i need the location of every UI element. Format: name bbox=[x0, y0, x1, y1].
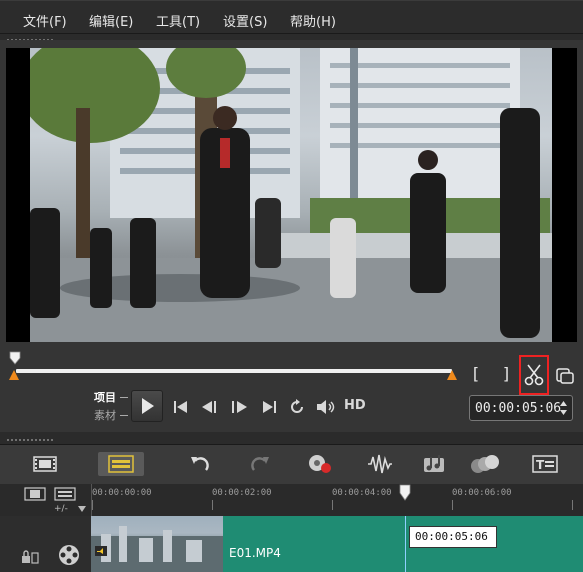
trim-in-marker[interactable] bbox=[9, 370, 19, 380]
chevron-down-icon[interactable] bbox=[78, 506, 86, 512]
mark-out-button[interactable]: ] bbox=[493, 360, 519, 386]
preview-panel: [ ] 项目 素材 HD 00:00:05:06 bbox=[0, 40, 583, 432]
volume-icon[interactable] bbox=[315, 399, 337, 415]
clip-mode-label[interactable]: 素材 bbox=[94, 407, 116, 423]
project-mode-label[interactable]: 项目 bbox=[94, 389, 116, 405]
timeline-clip[interactable]: E01.MP4 bbox=[91, 516, 583, 572]
menu-file[interactable]: 文件(F) bbox=[23, 11, 67, 30]
music-icon bbox=[424, 455, 444, 472]
repeat-icon[interactable] bbox=[288, 398, 306, 416]
split-clip-button[interactable] bbox=[519, 355, 549, 395]
timeline-ruler[interactable]: +/- 00:00:00:00 00:00:02:00 00:00:04:00 … bbox=[0, 484, 583, 516]
timeline-view-button[interactable] bbox=[98, 452, 144, 476]
tooltip-time: 00:00:05:06 bbox=[415, 530, 488, 543]
add-video-track-icon[interactable] bbox=[24, 487, 46, 501]
filmstrip-icon bbox=[33, 456, 57, 472]
menu-edit[interactable]: 编辑(E) bbox=[89, 11, 133, 30]
undo-button[interactable] bbox=[185, 452, 215, 476]
video-frame-image bbox=[30, 48, 552, 342]
ruler-label: 00:00:02:00 bbox=[212, 488, 272, 498]
track-manager-icon[interactable] bbox=[54, 487, 76, 501]
timeline-view-icon bbox=[108, 455, 134, 473]
ruler-label: 00:00:04:00 bbox=[332, 488, 392, 498]
hd-toggle[interactable]: HD bbox=[344, 398, 366, 414]
auto-music-button[interactable] bbox=[420, 452, 450, 476]
storyboard-view-button[interactable] bbox=[30, 452, 60, 476]
motion-tracking-button[interactable] bbox=[470, 452, 500, 476]
menu-tools[interactable]: 工具(T) bbox=[156, 11, 200, 30]
menu-settings[interactable]: 设置(S) bbox=[223, 11, 267, 30]
mark-out-icon: ] bbox=[502, 363, 510, 383]
undo-icon bbox=[191, 457, 209, 471]
timecode-display[interactable]: 00:00:05:06 bbox=[469, 395, 573, 421]
audio-wave-icon bbox=[368, 454, 392, 474]
track-lock-icon[interactable] bbox=[20, 550, 40, 564]
play-icon bbox=[142, 398, 154, 414]
redo-icon bbox=[251, 457, 269, 471]
timeline-toolbar: T bbox=[0, 444, 583, 484]
mode-divider bbox=[120, 415, 128, 416]
mode-divider bbox=[120, 397, 128, 398]
redo-button[interactable] bbox=[245, 452, 275, 476]
trim-out-marker[interactable] bbox=[447, 370, 457, 380]
playhead-line bbox=[405, 516, 406, 572]
video-preview bbox=[6, 48, 577, 342]
zoom-control[interactable]: +/- bbox=[54, 504, 68, 514]
clip-name: E01.MP4 bbox=[229, 546, 281, 560]
previous-frame-icon[interactable] bbox=[200, 399, 220, 415]
title-icon: T bbox=[532, 455, 558, 473]
playhead-marker[interactable] bbox=[9, 351, 21, 365]
mark-in-button[interactable]: [ bbox=[463, 360, 489, 386]
timecode-stepper-icon[interactable] bbox=[559, 399, 568, 417]
playhead-tooltip: 00:00:05:06 bbox=[409, 526, 497, 548]
play-button[interactable] bbox=[131, 390, 163, 422]
subtitle-editor-button[interactable]: T bbox=[530, 452, 560, 476]
svg-text:T: T bbox=[536, 458, 545, 472]
ruler-label: 00:00:06:00 bbox=[452, 488, 512, 498]
scrub-bar[interactable] bbox=[16, 369, 452, 373]
timecode-value: 00:00:05:06 bbox=[475, 401, 562, 416]
scissors-icon bbox=[524, 364, 544, 386]
mark-in-icon: [ bbox=[472, 363, 480, 383]
go-to-start-icon[interactable] bbox=[172, 399, 190, 415]
film-reel-icon bbox=[59, 545, 79, 565]
overlay-circles-icon bbox=[471, 455, 499, 473]
panel-grip[interactable] bbox=[6, 438, 54, 442]
menu-bar: 文件(F) 编辑(E) 工具(T) 设置(S) 帮助(H) bbox=[0, 0, 583, 34]
record-capture-button[interactable] bbox=[305, 452, 335, 476]
snapshot-icon bbox=[556, 368, 574, 384]
clip-thumbnail bbox=[91, 516, 223, 572]
go-to-end-icon[interactable] bbox=[260, 399, 278, 415]
menu-help[interactable]: 帮助(H) bbox=[290, 11, 336, 30]
ruler-scale[interactable]: 00:00:00:00 00:00:02:00 00:00:04:00 00:0… bbox=[91, 484, 583, 516]
ruler-label: 00:00:00:00 bbox=[92, 488, 152, 498]
sound-mixer-button[interactable] bbox=[365, 452, 395, 476]
record-icon bbox=[309, 455, 331, 473]
next-frame-icon[interactable] bbox=[229, 399, 249, 415]
timeline-playhead[interactable] bbox=[399, 484, 411, 502]
snapshot-button[interactable] bbox=[552, 362, 578, 388]
